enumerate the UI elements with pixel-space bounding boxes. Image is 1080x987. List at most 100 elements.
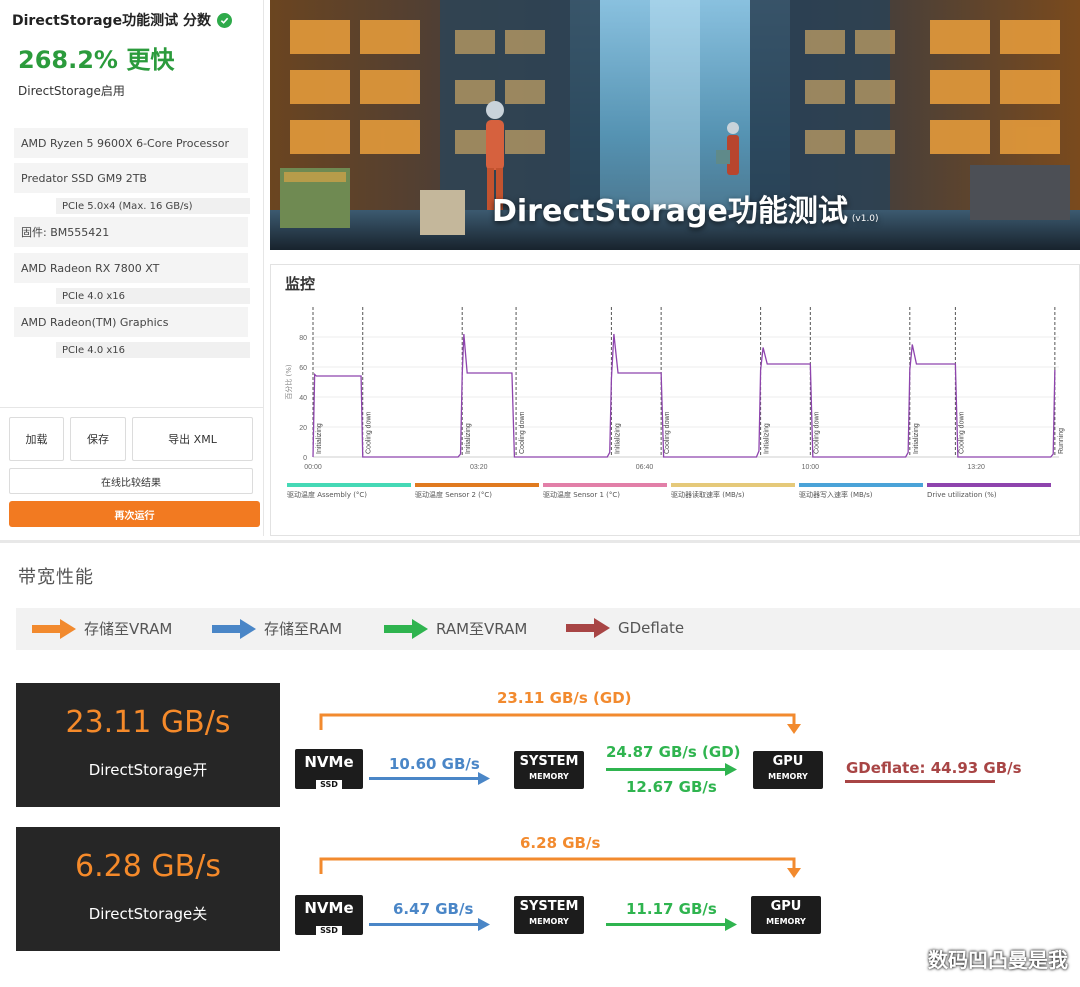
memory-chip-label: MEMORY	[529, 772, 569, 781]
bandwidth-title: 带宽性能	[18, 567, 94, 588]
legend-label: 存储至RAM	[264, 620, 343, 638]
igpu-info: AMD Radeon(TM) Graphics	[14, 307, 248, 337]
banner-title: DirectStorage功能测试 (v1.0)	[492, 186, 879, 230]
legend-gdeflate: GDeflate	[566, 618, 684, 638]
x-tick-label: 03:20	[470, 464, 488, 471]
firmware-info: 固件: BM555421	[14, 217, 248, 247]
gpu-chip-label: GPU	[772, 754, 804, 769]
monitor-panel: 监控 0 20 40 60 80 百分比 (%) 00:00 03:20 06:40 10:00 1…	[270, 264, 1080, 536]
phase-marker-label: Cooling down	[366, 411, 373, 454]
legend-label: GDeflate	[618, 619, 685, 637]
gpu-memory-chip: GPU MEMORY	[751, 896, 821, 934]
off-ram-to-vram-arrow	[606, 923, 726, 926]
legend-storage-to-vram: 存储至VRAM	[32, 618, 172, 639]
monitor-title: 监控	[285, 275, 316, 293]
phase-marker-label: Initializing	[316, 423, 323, 454]
legend-swatch	[799, 483, 923, 487]
blue-arrow-icon	[212, 618, 256, 639]
legend-label: 驱动温度 Sensor 1 (°C)	[543, 490, 620, 499]
panel-divider	[0, 407, 264, 408]
banner-title-text: DirectStorage功能测试	[492, 194, 848, 229]
green-arrow-icon	[384, 618, 428, 639]
x-tick-label: 13:20	[967, 464, 985, 471]
nvme-chip-label: NVMe	[304, 899, 354, 917]
directstorage-mode: DirectStorage启用	[18, 84, 125, 98]
legend-swatch	[287, 483, 411, 487]
legend-storage-to-ram: 存储至RAM	[212, 618, 342, 639]
phase-marker-label: Initializing	[764, 423, 771, 454]
phase-marker-label: Initializing	[465, 423, 472, 454]
nvme-chip-label: NVMe	[304, 753, 354, 771]
on-throughput-value: 23.11 GB/s	[65, 705, 231, 740]
on-direct-arrowhead	[787, 724, 801, 734]
gpu-info: AMD Radeon RX 7800 XT	[14, 253, 248, 283]
score-title-text: DirectStorage功能测试 分数	[12, 13, 211, 29]
directstorage-off-card: 6.28 GB/s DirectStorage关	[16, 827, 280, 951]
monitor-chart: 0 20 40 60 80 百分比 (%) 00:00 03:20 06:40 10:00 13:2…	[284, 307, 1065, 499]
legend-swatch	[671, 483, 795, 487]
cpu-info: AMD Ryzen 5 9600X 6-Core Processor	[14, 128, 248, 158]
export-xml-button[interactable]: 导出 XML	[132, 417, 253, 461]
ssd-chip-label: SSD	[316, 926, 342, 936]
ssd-chip-label: SSD	[316, 780, 342, 790]
gpu-interface: PCIe 4.0 x16	[56, 288, 250, 304]
score-title: DirectStorage功能测试 分数	[12, 10, 232, 30]
red-arrow-icon	[566, 618, 610, 638]
on-gdeflate-line	[845, 780, 995, 783]
on-label: DirectStorage开	[88, 761, 208, 779]
legend-label: 驱动温度 Sensor 2 (°C)	[415, 490, 492, 499]
results-panel: DirectStorage功能测试 分数 268.2% 更快 DirectSto…	[0, 0, 264, 536]
x-tick-label: 00:00	[304, 464, 322, 471]
on-ram-to-vram-gd-value: 24.87 GB/s (GD)	[606, 743, 741, 761]
save-button[interactable]: 保存	[70, 417, 126, 461]
gpu-chip-label: GPU	[770, 899, 802, 914]
igpu-interface: PCIe 4.0 x16	[56, 342, 250, 358]
y-tick-label: 20	[299, 425, 307, 432]
off-direct-value: 6.28 GB/s	[520, 834, 601, 852]
legend-label: 驱动温度 Assembly (°C)	[287, 490, 367, 499]
legend-label: Drive utilization (%)	[927, 491, 997, 499]
off-ram-to-vram-value: 11.17 GB/s	[626, 900, 717, 918]
load-button[interactable]: 加载	[9, 417, 64, 461]
ssd-interface: PCIe 5.0x4 (Max. 16 GB/s)	[56, 198, 250, 214]
legend-swatch	[415, 483, 539, 487]
bandwidth-legend: 存储至VRAM 存储至RAM RAM至VRAM GDeflate	[16, 608, 1080, 650]
compare-online-button[interactable]: 在线比较结果	[9, 468, 253, 494]
score-value: 268.2% 更快	[18, 46, 175, 74]
phase-marker-label: Cooling down	[664, 411, 671, 454]
system-memory-chip: SYSTEM MEMORY	[514, 751, 584, 789]
orange-arrow-icon	[32, 618, 76, 639]
watermark: 数码凹凸曼是我	[928, 948, 1068, 972]
section-divider	[0, 540, 1080, 543]
phase-marker-label: Running	[1058, 428, 1065, 454]
off-ssd-to-ram-arrow	[369, 923, 479, 926]
run-again-button[interactable]: 再次运行	[9, 501, 260, 527]
off-direct-arrowhead	[787, 868, 801, 878]
on-ram-to-vram-value: 12.67 GB/s	[626, 778, 717, 796]
legend-label: 存储至VRAM	[84, 620, 173, 638]
system-chip-label: SYSTEM	[519, 754, 579, 769]
on-ssd-to-ram-value: 10.60 GB/s	[389, 755, 480, 773]
x-tick-label: 10:00	[802, 464, 820, 471]
system-chip-label: SYSTEM	[519, 899, 579, 914]
off-throughput-value: 6.28 GB/s	[75, 849, 221, 884]
memory-chip-label: MEMORY	[529, 917, 569, 926]
gpu-memory-chip: GPU MEMORY	[753, 751, 823, 789]
phase-marker-label: Cooling down	[813, 411, 820, 454]
on-direct-value: 23.11 GB/s (GD)	[497, 689, 632, 707]
legend-swatch	[927, 483, 1051, 487]
legend-swatch	[543, 483, 667, 487]
gpu-memory-chip-label: MEMORY	[768, 772, 808, 781]
on-direct-path	[319, 713, 796, 730]
phase-marker-label: Initializing	[614, 423, 621, 454]
y-tick-label: 40	[299, 395, 307, 402]
test-banner: DirectStorage功能测试 (v1.0)	[270, 0, 1080, 250]
phase-marker-label: Cooling down	[519, 411, 526, 454]
on-ssd-to-ram-arrow	[369, 777, 479, 780]
y-tick-label: 0	[303, 455, 307, 462]
phase-marker-label: Initializing	[913, 423, 920, 454]
y-axis-label: 百分比 (%)	[284, 364, 293, 400]
x-tick-label: 06:40	[636, 464, 654, 471]
check-icon	[216, 12, 232, 28]
directstorage-on-card: 23.11 GB/s DirectStorage开	[16, 683, 280, 807]
